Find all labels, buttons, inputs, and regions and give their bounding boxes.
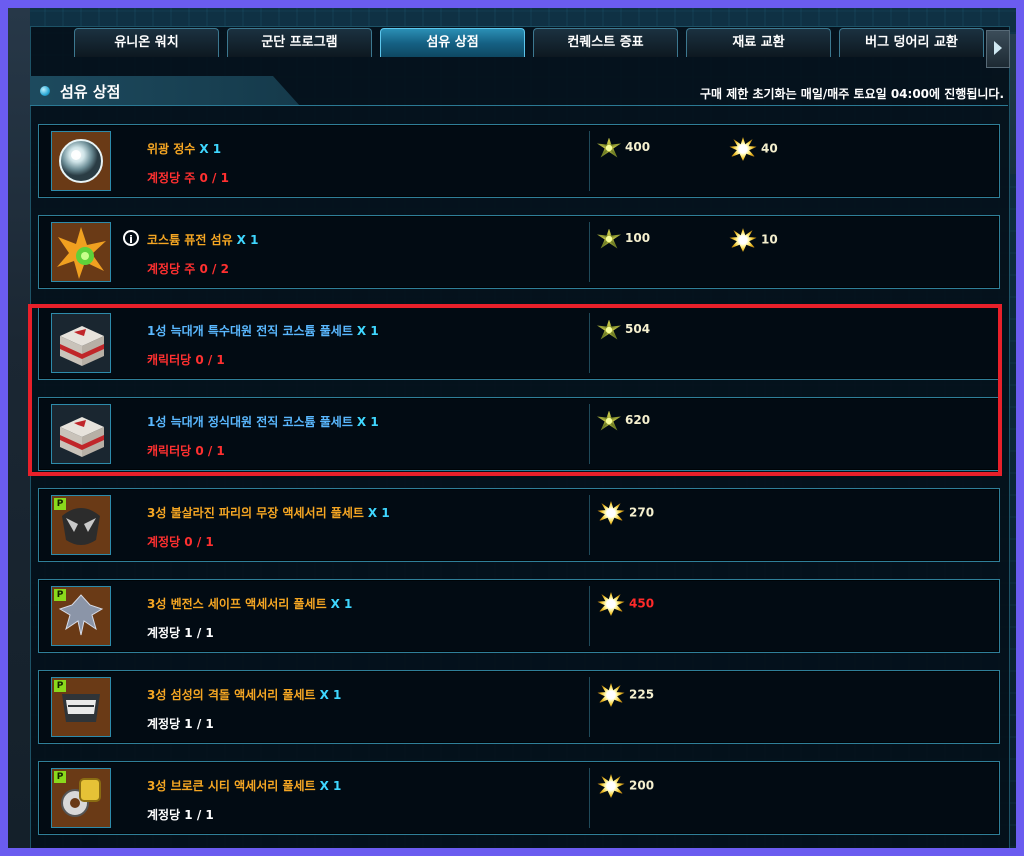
price-value: 200 [629, 778, 655, 793]
purchase-limit: 계정당 1 / 1 [147, 717, 214, 731]
tab-material-exchange[interactable]: 재료 교환 [686, 28, 831, 57]
tab-union-watch[interactable]: 유니온 워치 [74, 28, 219, 57]
sun-currency-icon [597, 683, 625, 707]
price-value: 450 [629, 596, 655, 611]
column-divider [589, 131, 590, 191]
star-currency-icon [597, 137, 621, 158]
star-currency-icon [597, 228, 621, 249]
item-name: 3성 벤전스 세이프 액세서리 풀세트 X 1 [147, 595, 352, 612]
column-divider [589, 768, 590, 828]
page-title: 섬유 상점 [60, 83, 121, 101]
item-name: 3성 섬성의 격돌 액세서리 풀세트 X 1 [147, 686, 341, 703]
shop-item-row[interactable]: P 3성 불살라진 파리의 무장 액세서리 풀세트 X 1 계정당 0 / 1 270 [38, 488, 1000, 562]
sun-currency-icon [597, 501, 625, 525]
price-tag: 270 [597, 501, 655, 525]
column-divider [589, 495, 590, 555]
item-title: 3성 벤전스 세이프 액세서리 풀세트 [147, 597, 327, 611]
item-thumbnail[interactable]: P [51, 677, 111, 737]
price-value: 270 [629, 505, 655, 520]
purchase-limit: 계정당 0 / 1 [147, 535, 214, 549]
shop-header: 섬유 상점 구매 제한 초기화는 매일/매주 토요일 04:00에 진행됩니다. [30, 76, 1010, 106]
shop-item-row[interactable]: P 3성 브로큰 시티 액세서리 풀세트 X 1 계정당 1 / 1 200 [38, 761, 1000, 835]
item-quantity: X 1 [367, 506, 390, 520]
tab-fiber-shop[interactable]: 섬유 상점 [380, 28, 525, 57]
column-divider [589, 586, 590, 646]
item-thumbnail[interactable]: P [51, 586, 111, 646]
price-value: 400 [625, 140, 651, 154]
item-name: 3성 불살라진 파리의 무장 액세서리 풀세트 X 1 [147, 504, 390, 521]
premium-badge-icon: P [54, 589, 66, 601]
price-tag: 200 [597, 774, 655, 798]
item-name: 코스튬 퓨전 섬유 X 1 [147, 231, 258, 248]
price-tag: 10 [729, 228, 778, 252]
tab-label: 군단 프로그램 [261, 35, 338, 50]
price-value: 225 [629, 687, 655, 702]
premium-badge-icon: P [54, 498, 66, 510]
premium-badge-icon: P [54, 680, 66, 692]
item-name: 3성 브로큰 시티 액세서리 풀세트 X 1 [147, 777, 341, 794]
item-thumbnail[interactable] [51, 222, 111, 282]
price-tag: 40 [729, 137, 778, 161]
item-thumbnail[interactable]: P [51, 495, 111, 555]
shop-item-row[interactable]: 위광 정수 X 1 계정당 주 0 / 1 400 40 [38, 124, 1000, 198]
sun-currency-icon [597, 592, 625, 616]
purchase-limit: 계정당 1 / 1 [147, 808, 214, 822]
item-quantity: X 1 [236, 233, 259, 247]
premium-badge-icon: P [54, 771, 66, 783]
tab-label: 컨퀘스트 증표 [567, 35, 644, 50]
header-divider [30, 105, 1008, 106]
bullet-orb-icon [40, 86, 50, 96]
shop-item-row[interactable]: P 3성 벤전스 세이프 액세서리 풀세트 X 1 계정당 1 / 1 450 [38, 579, 1000, 653]
item-quantity: X 1 [319, 688, 342, 702]
item-name: 위광 정수 X 1 [147, 140, 221, 157]
shop-item-row[interactable]: i 코스튬 퓨전 섬유 X 1 계정당 주 0 / 2 100 10 [38, 215, 1000, 289]
highlight-box [28, 304, 1002, 476]
tab-label: 유니온 워치 [114, 35, 179, 50]
item-title: 3성 브로큰 시티 액세서리 풀세트 [147, 779, 316, 793]
item-title: 코스튬 퓨전 섬유 [147, 233, 233, 247]
tab-bug-lump-exchange[interactable]: 버그 덩어리 교환 [839, 28, 984, 57]
price-value: 40 [761, 141, 778, 156]
reset-notice: 구매 제한 초기화는 매일/매주 토요일 04:00에 진행됩니다. [699, 87, 1004, 101]
tab-label: 버그 덩어리 교환 [865, 35, 958, 50]
item-quantity: X 1 [330, 597, 353, 611]
item-thumbnail[interactable]: P [51, 768, 111, 828]
tab-conquest-token[interactable]: 컨퀘스트 증표 [533, 28, 678, 57]
price-tag: 100 [597, 228, 651, 249]
price-tag: 450 [597, 592, 655, 616]
item-title: 3성 섬성의 격돌 액세서리 풀세트 [147, 688, 316, 702]
tab-scroll-next-button[interactable] [986, 30, 1010, 68]
price-tag: 400 [597, 137, 651, 158]
info-icon[interactable]: i [123, 230, 139, 246]
item-title: 위광 정수 [147, 142, 196, 156]
tab-label: 섬유 상점 [426, 35, 479, 50]
column-divider [589, 677, 590, 737]
chevron-right-icon [994, 41, 1002, 55]
left-edge-strip [8, 8, 30, 848]
column-divider [589, 222, 590, 282]
item-thumbnail[interactable] [51, 131, 111, 191]
tab-corps-program[interactable]: 군단 프로그램 [227, 28, 372, 57]
price-tag: 225 [597, 683, 655, 707]
item-quantity: X 1 [319, 779, 342, 793]
item-quantity: X 1 [199, 142, 222, 156]
price-value: 10 [761, 232, 778, 247]
sun-currency-icon [729, 137, 757, 161]
tab-label: 재료 교환 [732, 35, 785, 50]
sun-currency-icon [729, 228, 757, 252]
sun-currency-icon [597, 774, 625, 798]
shop-item-row[interactable]: P 3성 섬성의 격돌 액세서리 풀세트 X 1 계정당 1 / 1 225 [38, 670, 1000, 744]
price-value: 100 [625, 231, 651, 245]
purchase-limit: 계정당 주 0 / 1 [147, 171, 229, 185]
item-title: 3성 불살라진 파리의 무장 액세서리 풀세트 [147, 506, 364, 520]
purchase-limit: 계정당 주 0 / 2 [147, 262, 229, 276]
purchase-limit: 계정당 1 / 1 [147, 626, 214, 640]
